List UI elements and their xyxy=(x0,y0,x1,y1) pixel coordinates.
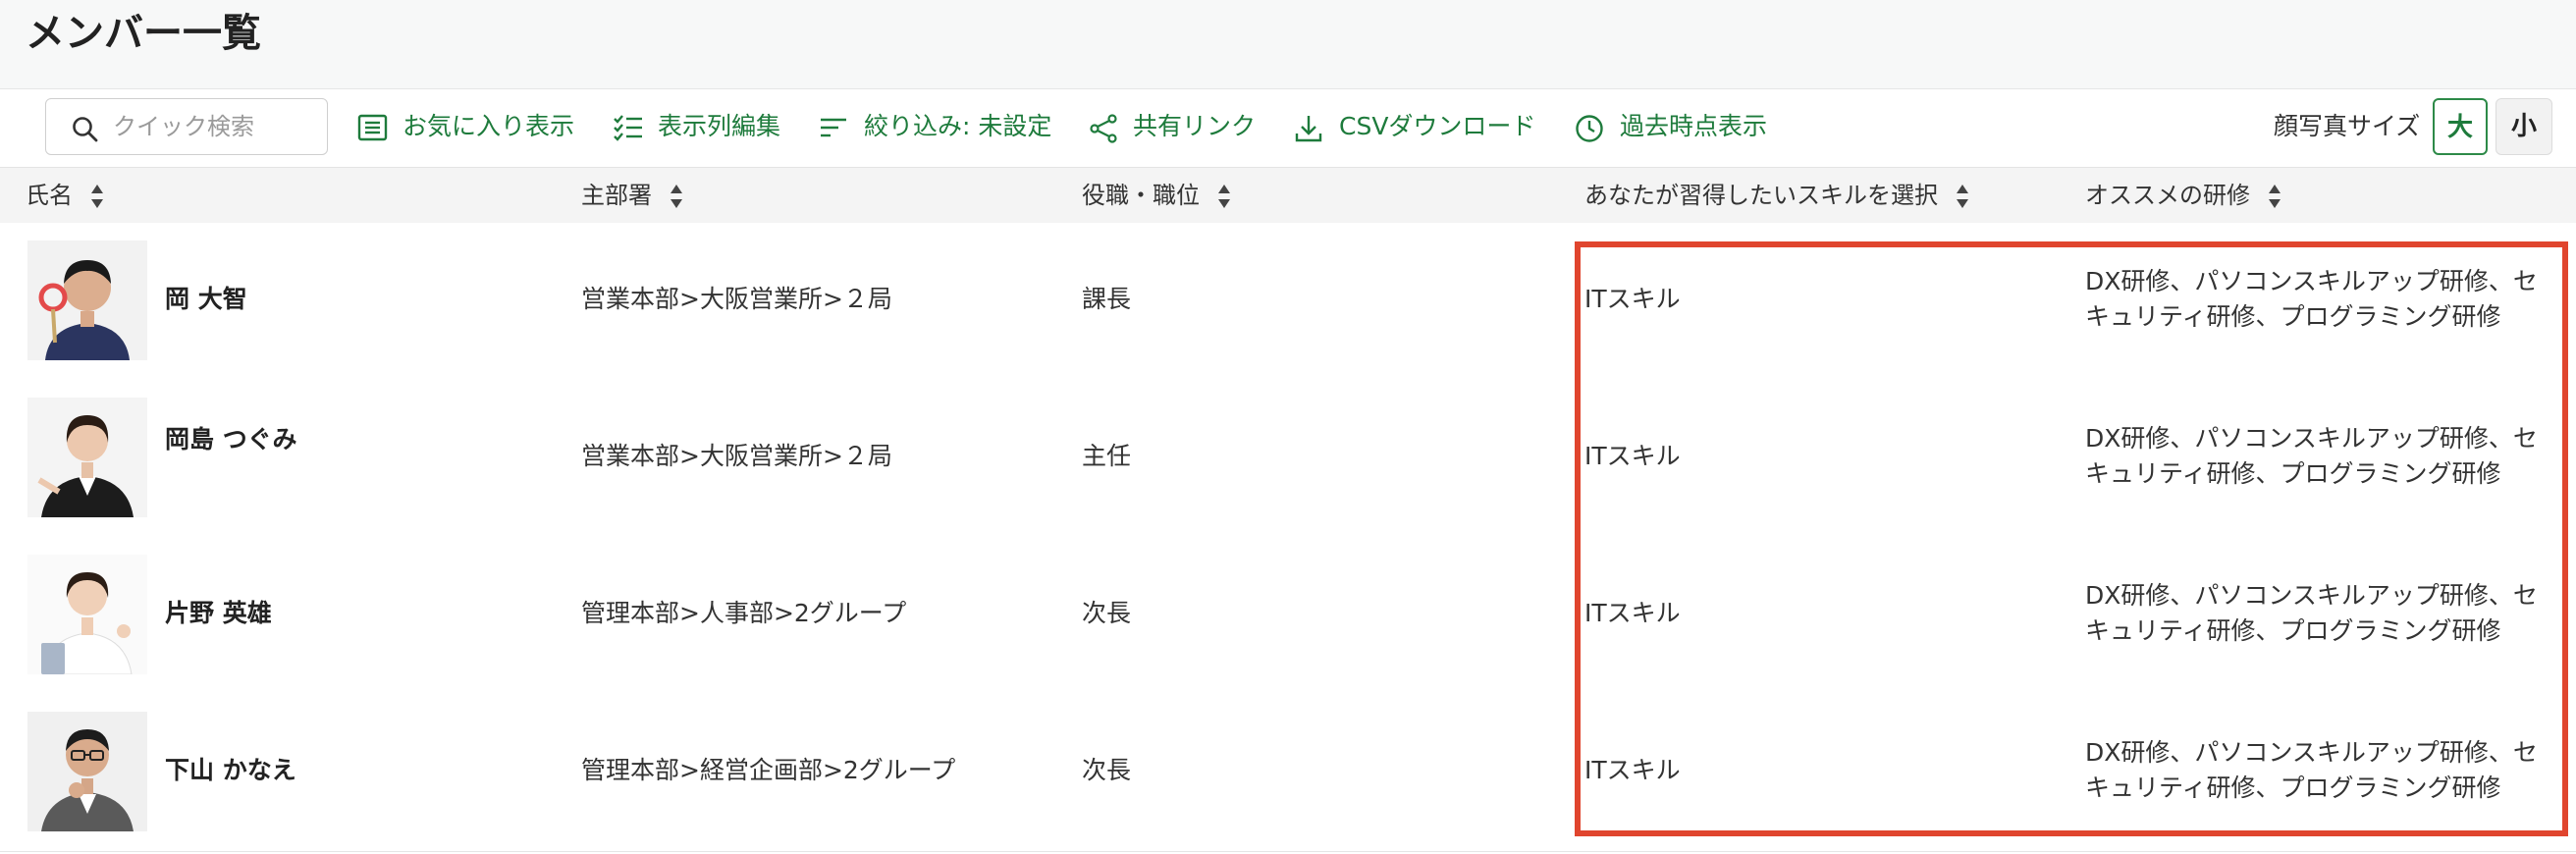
training-cell: DX研修、パソコンスキルアップ研修、セキュリティ研修、プログラミング研修 xyxy=(2085,424,2538,488)
edit-columns-label: 表示列編集 xyxy=(658,112,781,140)
download-icon xyxy=(1295,116,1322,142)
avatar[interactable] xyxy=(27,398,147,517)
skill-cell: ITスキル xyxy=(1584,599,1681,627)
column-header-skill[interactable]: あなたが習得したいスキルを選択 xyxy=(1584,168,1969,223)
person-photo xyxy=(27,398,147,517)
avatar[interactable] xyxy=(27,240,147,360)
photo-size-small-button[interactable]: 小 xyxy=(2496,98,2552,155)
photo-size-large-button[interactable]: 大 xyxy=(2433,98,2488,155)
person-photo xyxy=(27,240,147,360)
toolbar: クイック検索 お気に入り表示 表示列編集 絞り込み: 未設定 共有リンク CSV… xyxy=(0,90,2576,167)
department-cell: 営業本部>大阪営業所>２局 xyxy=(581,285,892,313)
sort-icon[interactable] xyxy=(2268,184,2281,209)
department-cell: 管理本部>人事部>2グループ xyxy=(581,599,907,627)
share-link-label: 共有リンク xyxy=(1133,112,1257,140)
table-row[interactable]: 岡島 つぐみ 営業本部>大阪営業所>２局 主任 ITスキル DX研修、パソコンス… xyxy=(0,380,2576,538)
photo-size-label: 顔写真サイズ xyxy=(2274,112,2421,140)
table-row[interactable]: 下山 かなえ 管理本部>経営企画部>2グループ 次長 ITスキル DX研修、パソ… xyxy=(0,694,2576,852)
avatar[interactable] xyxy=(27,555,147,674)
history-view-button[interactable]: 過去時点表示 xyxy=(1575,98,1781,155)
training-cell: DX研修、パソコンスキルアップ研修、セキュリティ研修、プログラミング研修 xyxy=(2085,581,2538,645)
share-link-button[interactable]: 共有リンク xyxy=(1088,98,1264,155)
column-header-name[interactable]: 氏名 xyxy=(26,168,104,223)
position-cell: 課長 xyxy=(1082,285,1132,313)
member-name[interactable]: 片野 英雄 xyxy=(165,597,302,630)
skill-cell: ITスキル xyxy=(1584,756,1681,784)
filter-label: 絞り込み: 未設定 xyxy=(864,112,1052,140)
page-header: メンバー一覧 xyxy=(0,0,2576,89)
department-cell: 管理本部>経営企画部>2グループ xyxy=(581,756,956,784)
person-photo xyxy=(27,712,147,831)
clock-icon xyxy=(1576,115,1603,142)
member-name[interactable]: 下山 かなえ xyxy=(165,754,302,787)
column-header-training[interactable]: オススメの研修 xyxy=(2085,168,2281,223)
member-name[interactable]: 岡 大智 xyxy=(165,283,302,316)
column-header-position[interactable]: 役職・職位 xyxy=(1082,168,1231,223)
skill-cell: ITスキル xyxy=(1584,285,1681,313)
person-photo xyxy=(27,555,147,674)
member-name[interactable]: 岡島 つぐみ xyxy=(165,423,302,456)
page-title: メンバー一覧 xyxy=(26,11,261,56)
filter-button[interactable]: 絞り込み: 未設定 xyxy=(819,98,1064,155)
quick-search-input[interactable]: クイック検索 xyxy=(45,98,328,155)
training-cell: DX研修、パソコンスキルアップ研修、セキュリティ研修、プログラミング研修 xyxy=(2085,738,2538,802)
column-header-department[interactable]: 主部署 xyxy=(581,168,683,223)
history-view-label: 過去時点表示 xyxy=(1620,112,1768,140)
search-icon xyxy=(73,117,98,142)
table-row[interactable]: 片野 英雄 管理本部>人事部>2グループ 次長 ITスキル DX研修、パソコンス… xyxy=(0,537,2576,695)
csv-download-button[interactable]: CSVダウンロード xyxy=(1294,98,1549,155)
edit-columns-button[interactable]: 表示列編集 xyxy=(613,98,799,155)
csv-download-label: CSVダウンロード xyxy=(1339,112,1536,140)
filter-icon xyxy=(821,118,846,137)
skill-cell: ITスキル xyxy=(1584,442,1681,470)
checklist-icon xyxy=(614,115,642,141)
search-placeholder: クイック検索 xyxy=(113,113,254,140)
sort-icon[interactable] xyxy=(90,184,104,209)
sort-icon[interactable] xyxy=(1217,184,1231,209)
table-row[interactable]: 岡 大智 営業本部>大阪営業所>２局 課長 ITスキル DX研修、パソコンスキル… xyxy=(0,223,2576,381)
department-cell: 営業本部>大阪営業所>２局 xyxy=(581,442,892,470)
training-cell: DX研修、パソコンスキルアップ研修、セキュリティ研修、プログラミング研修 xyxy=(2085,267,2538,331)
table-header: 氏名 主部署 役職・職位 あなたが習得したいスキルを選択 オススメの研修 xyxy=(0,167,2576,224)
sort-icon[interactable] xyxy=(1956,184,1969,209)
position-cell: 次長 xyxy=(1082,756,1132,784)
share-icon xyxy=(1090,114,1117,143)
avatar[interactable] xyxy=(27,712,147,831)
favorites-button[interactable]: お気に入り表示 xyxy=(357,98,583,155)
position-cell: 次長 xyxy=(1082,599,1132,627)
list-icon xyxy=(357,114,388,141)
favorites-label: お気に入り表示 xyxy=(402,112,575,140)
sort-icon[interactable] xyxy=(670,184,683,209)
position-cell: 主任 xyxy=(1082,442,1132,470)
